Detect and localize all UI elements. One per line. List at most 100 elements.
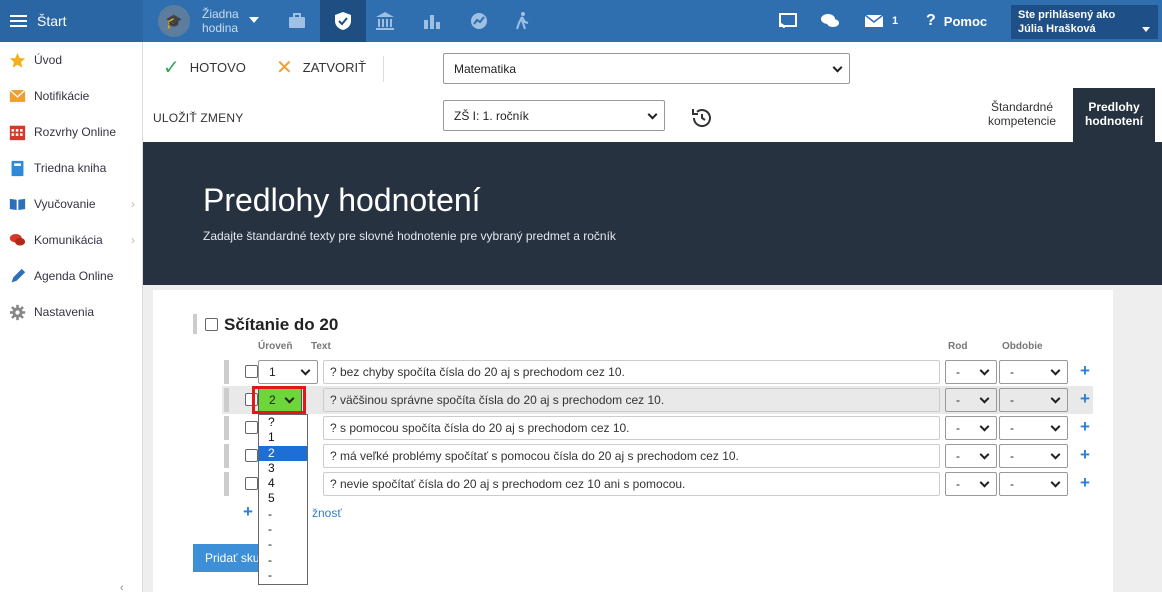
row-checkbox[interactable] — [245, 449, 258, 462]
sidebar-item-label: Vyučovanie — [34, 197, 96, 211]
dropdown-option[interactable]: 5 — [259, 491, 307, 506]
graduation-cap-icon[interactable]: 🎓 — [158, 5, 190, 37]
subject-select[interactable]: Matematika — [443, 53, 850, 84]
group-checkbox[interactable] — [205, 318, 218, 331]
tab-standard-competences[interactable]: Štandardné kompetencie — [976, 88, 1068, 142]
dropdown-option[interactable]: 1 — [259, 430, 307, 445]
sidebar-item-nastavenia[interactable]: Nastavenia — [0, 294, 142, 330]
dropdown-option[interactable]: 3 — [259, 461, 307, 476]
save-changes-button[interactable]: ULOŽIŤ ZMENY — [153, 111, 243, 125]
hiking-icon[interactable] — [500, 0, 546, 42]
template-text-input[interactable]: ? má veľké problémy spočítať s pomocou č… — [323, 444, 940, 468]
row-checkbox[interactable] — [245, 477, 258, 490]
add-option-icon[interactable]: + — [243, 502, 253, 522]
chevron-down-icon — [300, 365, 311, 376]
dropdown-option[interactable]: 4 — [259, 476, 307, 491]
period-select[interactable]: - — [999, 388, 1068, 412]
add-row-icon[interactable]: + — [1080, 362, 1090, 379]
period-select[interactable]: - — [999, 360, 1068, 384]
envelope-icon — [9, 88, 26, 105]
dropdown-option-selected[interactable]: 2 — [259, 445, 307, 461]
dropdown-option[interactable]: ? — [259, 415, 307, 430]
sidebar-item-vyucovanie[interactable]: Vyučovanie › — [0, 186, 142, 222]
shield-icon[interactable] — [320, 0, 366, 42]
add-row-icon[interactable]: + — [1080, 418, 1090, 435]
chevron-down-icon — [647, 109, 658, 120]
level-dropdown-list[interactable]: ? 1 2 3 4 5 - - - - - — [258, 414, 308, 585]
add-option-link[interactable]: žnosť — [312, 506, 342, 520]
done-button[interactable]: ✓ HOTOVO — [163, 58, 246, 78]
gender-select[interactable]: - — [945, 360, 997, 384]
sidebar-item-label: Rozvrhy Online — [34, 125, 117, 139]
row-drag-handle[interactable] — [224, 388, 229, 412]
gender-select[interactable]: - — [945, 444, 997, 468]
sidebar-item-triedna-kniha[interactable]: Triedna kniha — [0, 150, 142, 186]
start-menu-button[interactable]: Štart — [0, 0, 143, 42]
close-button[interactable]: ✕ ZATVORIŤ — [276, 58, 366, 78]
template-text-input[interactable]: ? bez chyby spočíta čísla do 20 aj s pre… — [323, 360, 940, 384]
row-checkbox[interactable] — [245, 365, 258, 378]
dropdown-option[interactable]: - — [259, 507, 307, 522]
template-row: ? s pomocou spočíta čísla do 20 aj s pre… — [222, 414, 1093, 442]
chat-bubbles-icon[interactable] — [820, 0, 840, 42]
row-checkbox[interactable] — [245, 421, 258, 434]
row-drag-handle[interactable] — [224, 416, 229, 440]
dropdown-option[interactable]: - — [259, 568, 307, 583]
institution-icon[interactable] — [362, 0, 408, 42]
period-select[interactable]: - — [999, 416, 1068, 440]
user-caption: Ste prihlásený ako — [1018, 9, 1116, 21]
period-select[interactable]: - — [999, 444, 1068, 468]
sidebar-item-notifikacie[interactable]: Notifikácie — [0, 78, 142, 114]
period-select-value: - — [1010, 477, 1014, 491]
template-text-input[interactable]: ? s pomocou spočíta čísla do 20 aj s pre… — [323, 416, 940, 440]
chevron-down-icon — [832, 62, 843, 73]
history-icon[interactable] — [690, 106, 714, 130]
sidebar-item-agenda[interactable]: Agenda Online — [0, 258, 142, 294]
chevron-down-icon — [979, 365, 990, 376]
grade-select[interactable]: ZŠ I: 1. ročník — [443, 100, 665, 131]
sidebar-item-rozvrhy[interactable]: Rozvrhy Online — [0, 114, 142, 150]
level-select[interactable]: 1 — [258, 360, 318, 384]
divider — [383, 56, 384, 82]
row-drag-handle[interactable] — [224, 472, 229, 496]
sidebar-item-label: Notifikácie — [34, 89, 90, 103]
column-header-text: Text — [311, 341, 331, 352]
sidebar: Úvod Notifikácie Rozvrhy Online Triedna … — [0, 42, 143, 594]
add-row-icon[interactable]: + — [1080, 474, 1090, 491]
done-label: HOTOVO — [189, 60, 246, 75]
gender-select[interactable]: - — [945, 472, 997, 496]
gender-select[interactable]: - — [945, 388, 997, 412]
add-row-icon[interactable]: + — [1080, 390, 1090, 407]
messages-button[interactable]: 1 — [864, 0, 898, 42]
sidebar-item-uvod[interactable]: Úvod — [0, 42, 142, 78]
row-drag-handle[interactable] — [224, 444, 229, 468]
chevron-down-icon — [979, 393, 990, 404]
dropdown-option[interactable]: - — [259, 553, 307, 568]
row-drag-handle[interactable] — [224, 360, 229, 384]
statistics-icon[interactable] — [456, 0, 502, 42]
gender-select[interactable]: - — [945, 416, 997, 440]
cast-icon[interactable] — [778, 0, 798, 42]
sidebar-item-label: Nastavenia — [34, 305, 95, 319]
period-select[interactable]: - — [999, 472, 1068, 496]
template-text-input[interactable]: ? väčšinou správne spočíta čísla do 20 a… — [323, 388, 940, 412]
dropdown-option[interactable]: - — [259, 537, 307, 552]
lesson-selector[interactable]: Žiadna hodina — [202, 7, 247, 35]
tab-evaluation-templates[interactable]: Predlohy hodnotení — [1073, 88, 1155, 142]
user-menu[interactable]: Ste prihlásený ako Júlia Hrašková — [1011, 5, 1158, 39]
dropdown-option[interactable]: - — [259, 522, 307, 537]
chevron-down-icon[interactable] — [249, 17, 259, 23]
collapse-sidebar-icon[interactable]: ‹ — [120, 582, 124, 594]
chevron-down-icon — [1050, 393, 1061, 404]
template-row: 2 ? väčšinou správne spočíta čísla do 20… — [222, 386, 1093, 414]
bar-chart-icon[interactable] — [409, 0, 455, 42]
add-row-icon[interactable]: + — [1080, 446, 1090, 463]
chat-icon — [9, 232, 26, 249]
sidebar-item-komunikacia[interactable]: Komunikácia › — [0, 222, 142, 258]
briefcase-icon[interactable] — [274, 0, 320, 42]
group-drag-handle[interactable] — [193, 314, 197, 334]
template-text-input[interactable]: ? nevie spočítať čísla do 20 aj s precho… — [323, 472, 940, 496]
start-menu-label: Štart — [37, 13, 67, 29]
help-button[interactable]: ? Pomoc — [926, 0, 987, 42]
calendar-icon — [9, 124, 26, 141]
